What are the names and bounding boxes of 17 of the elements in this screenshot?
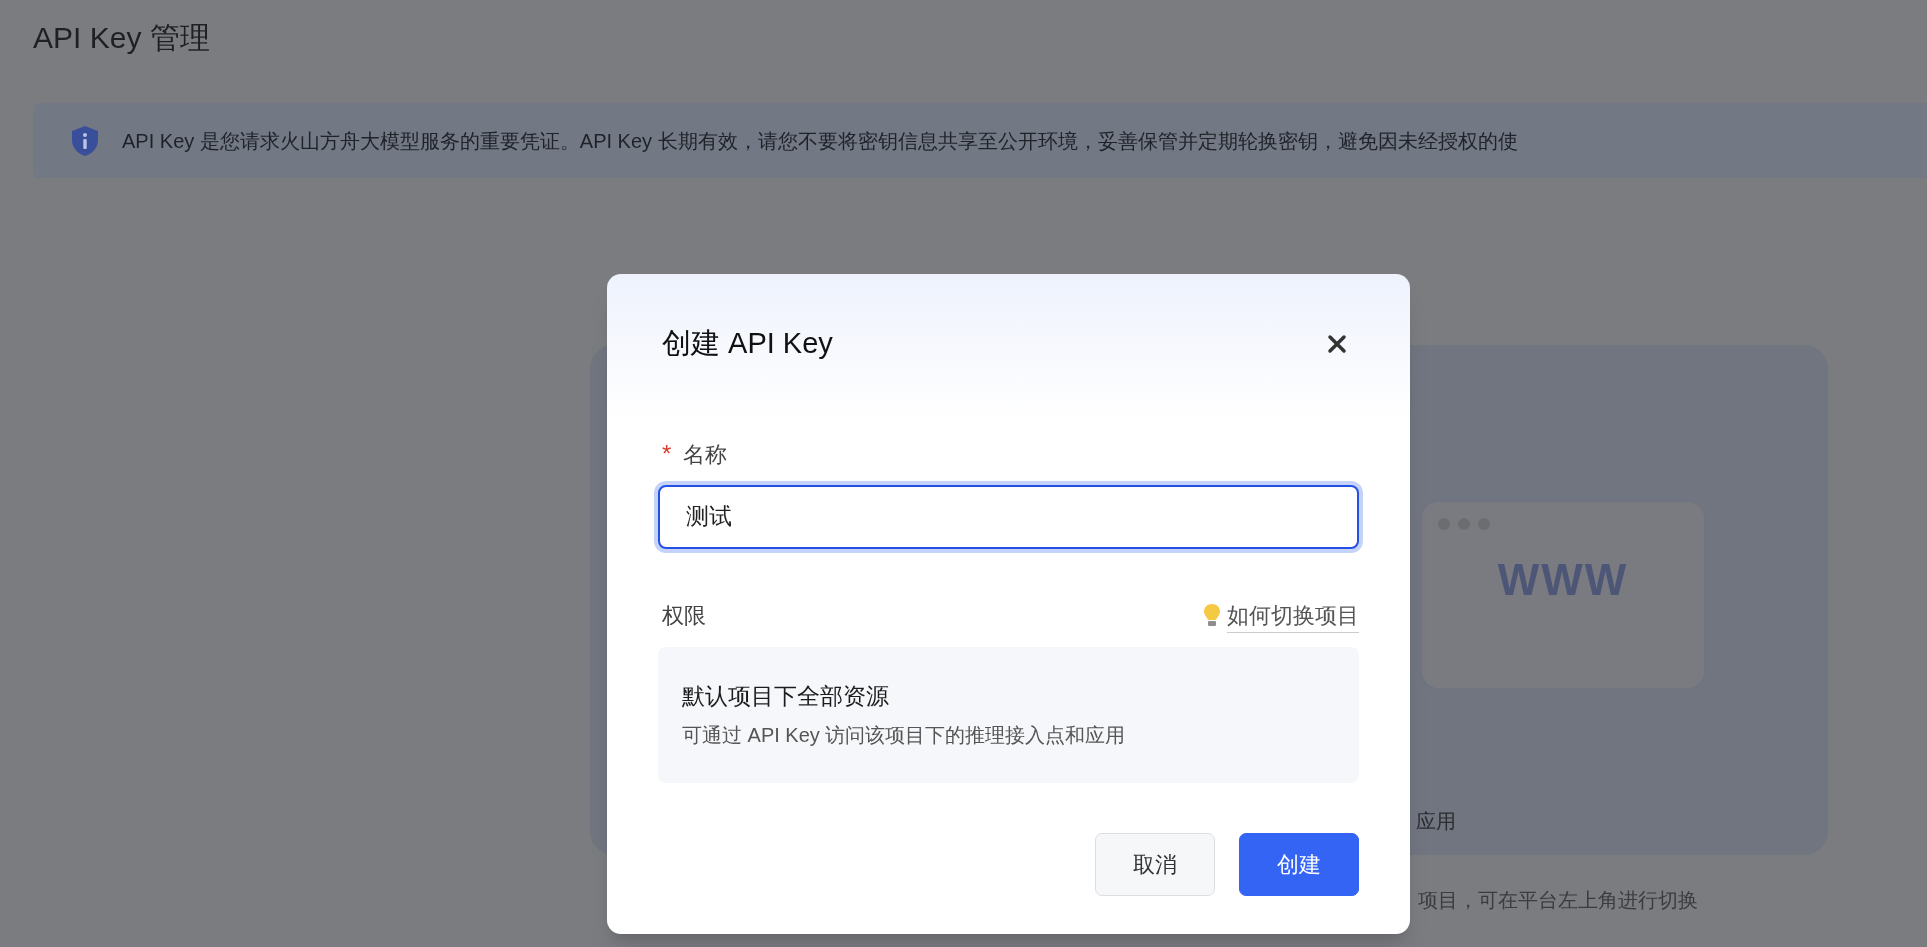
switch-project-link[interactable]: 如何切换项目 bbox=[1227, 598, 1359, 633]
notice-text: API Key 是您请求火山方舟大模型服务的重要凭证。API Key 长期有效，请您不要将密钥信息共享至公开环境，妥善保管并定期轮换密钥，避免因未经授权的使 bbox=[122, 128, 1518, 154]
option-description: 可通过 API Key 访问该项目下的推理接入点和应用 bbox=[682, 722, 1127, 748]
page-title: API Key 管理 bbox=[33, 20, 210, 56]
card-caption: 应用 bbox=[1416, 809, 1456, 834]
footer-note: 项目，可在平台左上角进行切换 bbox=[1418, 888, 1698, 913]
option-title: 默认项目下全部资源 bbox=[682, 682, 890, 712]
name-input-field[interactable]: 测试 bbox=[658, 484, 1359, 549]
permission-label: 权限 bbox=[662, 602, 706, 630]
required-mark: * bbox=[662, 442, 672, 466]
lightbulb-icon bbox=[1203, 602, 1221, 629]
name-label: 名称 bbox=[683, 440, 728, 469]
create-button[interactable]: 创建 bbox=[1239, 833, 1359, 896]
dialog-title: 创建 API Key bbox=[662, 326, 833, 361]
close-icon[interactable] bbox=[1327, 333, 1347, 354]
shield-info-icon bbox=[70, 124, 100, 157]
cancel-button[interactable]: 取消 bbox=[1095, 833, 1215, 896]
